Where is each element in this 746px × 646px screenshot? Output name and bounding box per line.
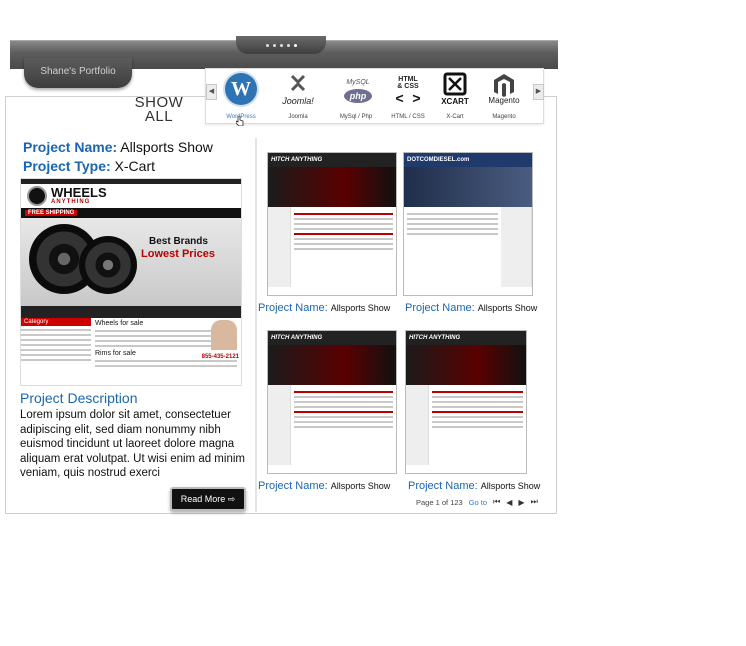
category-magento[interactable]: Magento Magento [478, 72, 530, 120]
thumbnail-site-title: HITCH ANYTHING [268, 331, 396, 345]
thumbnail-caption-label: Project Name: [405, 302, 475, 314]
project-name-value: Allsports Show [120, 139, 213, 155]
preview-hero-line2: Lowest Prices [141, 248, 215, 260]
last-page-icon[interactable]: ⏭ [531, 497, 538, 507]
category-mysql-php[interactable]: MySQL php MySql / Php [330, 72, 382, 120]
page-info: Page 1 of 123 [416, 497, 463, 507]
thumbnail-caption: Project Name: Allsports Show [258, 302, 390, 314]
thumbnail-caption-label: Project Name: [408, 480, 478, 492]
thumbnail-caption-name: Allsports Show [330, 303, 391, 313]
project-name-row: Project Name: Allsports Show [23, 139, 213, 155]
thumbnail-caption-name: Allsports Show [330, 481, 391, 491]
project-name-label: Project Name: [23, 139, 118, 155]
category-label: Joomla [288, 114, 308, 120]
column-divider [255, 138, 257, 512]
thumbnail-caption-label: Project Name: [258, 302, 328, 314]
category-joomla[interactable]: Joomla! Joomla [272, 72, 324, 120]
show-all-button[interactable]: SHOW ALL [130, 95, 188, 124]
category-label: MySql / Php [339, 114, 373, 120]
xcart-icon: XCART [429, 72, 481, 106]
category-html-css[interactable]: HTML & CSS < > HTML / CSS [382, 72, 434, 120]
svg-text:< >: < > [395, 92, 420, 106]
preview-hero-line1: Best Brands [149, 236, 208, 247]
html-css-icon: HTML & CSS < > [382, 72, 434, 106]
wordpress-icon: W [225, 73, 257, 105]
thumbnail-caption: Project Name: Allsports Show [408, 480, 540, 492]
category-label: Magento [492, 114, 516, 120]
category-label: HTML / CSS [391, 114, 425, 120]
preview-phone: 855-435-2121 [201, 354, 239, 360]
thumbnail-caption: Project Name: Allsports Show [405, 302, 537, 314]
joomla-logo-text: Joomla! [281, 96, 314, 106]
preview-brand: WHEELS [51, 185, 107, 200]
cursor-hand-icon [236, 116, 244, 126]
project-type-row: Project Type: X-Cart [23, 158, 155, 174]
thumbnail-caption: Project Name: Allsports Show [258, 480, 390, 492]
project-type-value: X-Cart [114, 158, 155, 174]
svg-text:& CSS: & CSS [397, 83, 419, 90]
project-thumbnail[interactable]: HITCH ANYTHING [267, 152, 397, 296]
pagination: Page 1 of 123 Go to ⏮ ◀ ▶ ⏭ [416, 497, 538, 507]
preview-category: Category [21, 318, 91, 326]
project-description-text: Lorem ipsum dolor sit amet, consectetuer… [20, 409, 245, 479]
thumbnail-site-title: HITCH ANYTHING [406, 331, 526, 345]
read-more-button[interactable]: Read More ⇨ [170, 487, 246, 511]
svg-text:XCART: XCART [441, 97, 469, 106]
thumbnail-site-title: HITCH ANYTHING [268, 153, 396, 167]
project-preview-image[interactable]: WHEELS ANYTHING FREE SHIPPING Best Brand… [20, 178, 242, 386]
goto-link[interactable]: Go to [469, 498, 487, 507]
mysql-php-icon: MySQL php [330, 72, 382, 106]
prev-page-icon[interactable]: ◀ [506, 498, 512, 507]
svg-text:php: php [349, 91, 367, 101]
project-description-title: Project Description [20, 390, 138, 406]
svg-text:HTML: HTML [398, 76, 418, 83]
thumbnail-caption-name: Allsports Show [477, 303, 538, 313]
project-thumbnail[interactable]: HITCH ANYTHING [267, 330, 397, 474]
arrow-right-icon: ⇨ [227, 494, 236, 504]
joomla-icon: Joomla! [272, 72, 324, 106]
magento-icon: Magento [478, 72, 530, 106]
top-bar-notch [236, 36, 326, 54]
thumbnail-caption-label: Project Name: [258, 480, 328, 492]
category-label: X-Cart [446, 114, 464, 120]
first-page-icon[interactable]: ⏮ [493, 497, 500, 507]
thumbnail-caption-name: Allsports Show [480, 481, 541, 491]
preview-promo: FREE SHIPPING [25, 210, 78, 216]
svg-text:Magento: Magento [488, 96, 520, 105]
category-next-button[interactable]: ▶ [533, 84, 544, 100]
thumbnail-site-title: DOTCOMDIESEL.com [404, 153, 532, 167]
read-more-label: Read More [180, 494, 226, 504]
category-wordpress[interactable]: W WordPress [215, 72, 267, 120]
category-xcart[interactable]: XCART X-Cart [429, 72, 481, 120]
project-thumbnail[interactable]: DOTCOMDIESEL.com [403, 152, 533, 296]
project-thumbnail[interactable]: HITCH ANYTHING [405, 330, 527, 474]
next-page-icon[interactable]: ▶ [518, 498, 524, 507]
project-type-label: Project Type: [23, 158, 111, 174]
svg-text:MySQL: MySQL [346, 79, 369, 86]
portfolio-tab[interactable]: Shane's Portfolio [24, 58, 132, 88]
